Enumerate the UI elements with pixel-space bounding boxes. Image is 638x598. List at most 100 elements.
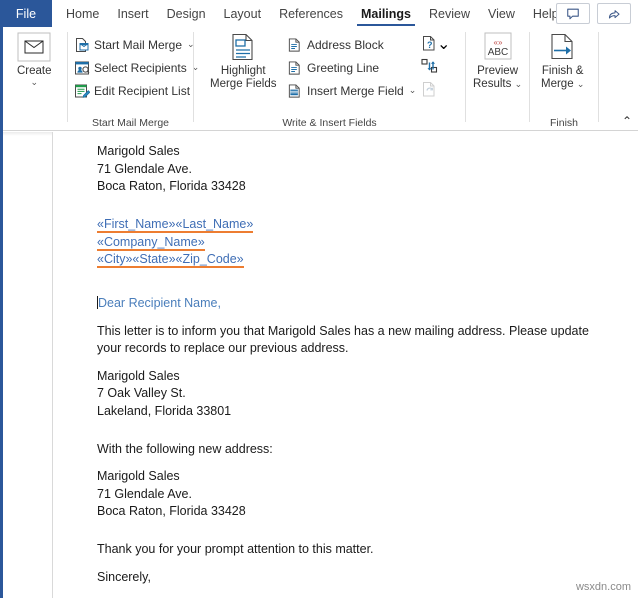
- tab-label: Layout: [223, 6, 262, 21]
- greeting-line-text: Dear Recipient Name,: [97, 295, 602, 313]
- comments-button[interactable]: [556, 3, 590, 24]
- old-address-line: Lakeland, Florida 33801: [97, 403, 232, 418]
- tab-file[interactable]: File: [0, 0, 52, 27]
- finish-and-merge-label-line1: Finish &: [541, 65, 584, 77]
- ribbon-tab-bar: File Home Insert Design Layout References Mai…: [0, 0, 638, 27]
- new-address-line: Boca Raton, Florida 33428: [97, 504, 246, 518]
- edit-recipient-list-label: Edit Recipient List: [94, 83, 191, 98]
- tab-label: Home: [66, 6, 100, 21]
- sender-line: Boca Raton, Florida 33428: [97, 179, 246, 193]
- create-caret-icon[interactable]: ⌄: [30, 78, 38, 87]
- share-icon: [608, 9, 620, 19]
- ribbon: Create ⌄ Start Mail Merge ⌄ Select Recip…: [3, 27, 638, 131]
- select-recipients-button[interactable]: Select Recipients ⌄: [71, 57, 201, 78]
- sender-line: Marigold Sales: [97, 144, 180, 158]
- greeting-line-icon: [286, 59, 303, 76]
- greeting-text: Dear Recipient Name,: [98, 296, 221, 310]
- address-block-button[interactable]: Address Block: [284, 34, 386, 55]
- tab-review[interactable]: Review: [420, 0, 479, 27]
- svg-text:?: ?: [427, 40, 433, 50]
- group-label-write-insert-fields: Write & Insert Fields: [282, 117, 377, 129]
- preview-results-abc-icon: «» ABC: [481, 32, 515, 62]
- watermark: wsxdn.com: [575, 581, 631, 593]
- tab-insert[interactable]: Insert: [108, 0, 157, 27]
- tab-home[interactable]: Home: [57, 0, 108, 27]
- highlight-merge-fields-label-line1: Highlight: [220, 65, 266, 77]
- preview-results-button[interactable]: «» ABC Preview Results ⌄: [470, 30, 525, 93]
- highlight-merge-fields-button[interactable]: Highlight Merge Fields: [207, 30, 279, 93]
- tab-layout[interactable]: Layout: [215, 0, 271, 27]
- merge-field-line: «Company_Name»: [97, 234, 602, 252]
- tab-mailings[interactable]: Mailings: [352, 0, 420, 27]
- tab-view[interactable]: View: [479, 0, 524, 27]
- insert-merge-field-button[interactable]: Insert Merge Field ⌄: [284, 80, 418, 101]
- edit-recipient-list-button[interactable]: Edit Recipient List: [71, 80, 192, 101]
- merge-field-address: «City»«State»«Zip_Code»: [97, 252, 244, 268]
- ribbon-group-write-insert-fields: Highlight Merge Fields Address Block Gre…: [194, 27, 465, 130]
- new-address-line: 71 Glendale Ave.: [97, 486, 192, 501]
- update-labels-icon: [423, 82, 435, 97]
- chevron-down-icon[interactable]: ⌄: [577, 80, 585, 89]
- ribbon-group-preview-results: «» ABC Preview Results ⌄: [466, 27, 529, 130]
- share-button[interactable]: [597, 3, 631, 24]
- tab-label: Insert: [117, 6, 149, 21]
- rules-icon: ?: [423, 36, 435, 51]
- merge-field-line: «City»«State»«Zip_Code»: [97, 251, 602, 269]
- merge-field-company: «Company_Name»: [97, 234, 205, 251]
- greeting-line-button[interactable]: Greeting Line: [284, 57, 381, 78]
- insert-merge-field-icon: [286, 82, 303, 99]
- group-label-finish: Finish: [549, 117, 578, 129]
- start-mail-merge-icon: [73, 36, 90, 53]
- tab-label: Design: [166, 6, 206, 21]
- closing-thanks: Thank you for your prompt attention to t…: [97, 542, 374, 556]
- svg-text:«»: «»: [493, 38, 502, 47]
- ribbon-tabs: Home Insert Design Layout References Mailings…: [57, 0, 568, 27]
- collapse-ribbon-button[interactable]: ⌃: [622, 115, 632, 127]
- chevron-down-icon[interactable]: ⌄: [515, 80, 523, 89]
- document-body[interactable]: Marigold Sales 71 Glendale Ave. Boca Rat…: [97, 143, 602, 598]
- highlight-merge-fields-label-line2: Merge Fields: [210, 78, 277, 90]
- preview-results-label-line2: Results: [473, 78, 512, 90]
- greeting-line-label: Greeting Line: [307, 60, 380, 75]
- finish-and-merge-icon: [548, 32, 578, 62]
- chevron-down-icon[interactable]: ⌄: [437, 34, 450, 54]
- document-area: Marigold Sales 71 Glendale Ave. Boca Rat…: [3, 132, 638, 598]
- sender-line: 71 Glendale Ave.: [97, 161, 192, 176]
- new-address-intro: With the following new address:: [97, 441, 273, 456]
- tab-references[interactable]: References: [270, 0, 352, 27]
- envelope-icon: [17, 32, 51, 62]
- ribbon-group-finish: Finish & Merge ⌄ Finish: [530, 27, 598, 130]
- document-page[interactable]: Marigold Sales 71 Glendale Ave. Boca Rat…: [53, 132, 638, 598]
- body-paragraph: This letter is to inform you that Marigo…: [97, 323, 589, 356]
- tab-label: Help: [532, 6, 559, 21]
- ribbon-group-start-mail-merge: Start Mail Merge ⌄ Select Recipients ⌄ E…: [68, 27, 199, 130]
- word-application-window: File Home Insert Design Layout References Mai…: [0, 0, 638, 598]
- finish-and-merge-label-line2: Merge: [541, 78, 574, 90]
- match-fields-icon: [421, 58, 438, 73]
- create-button[interactable]: Create ⌄: [14, 30, 55, 89]
- preview-results-label-line1: Preview: [477, 65, 518, 77]
- select-recipients-label: Select Recipients: [94, 60, 187, 75]
- finish-and-merge-button[interactable]: Finish & Merge ⌄: [538, 30, 587, 93]
- start-mail-merge-button[interactable]: Start Mail Merge ⌄: [71, 34, 197, 55]
- rules-button[interactable]: ? ⌄: [421, 33, 450, 54]
- old-address-line: Marigold Sales: [97, 368, 180, 383]
- address-block-label: Address Block: [307, 37, 384, 52]
- start-mail-merge-label: Start Mail Merge: [94, 37, 183, 52]
- update-labels-button[interactable]: [421, 79, 437, 100]
- tab-file-label: File: [15, 6, 37, 21]
- chevron-down-icon[interactable]: ⌄: [409, 85, 417, 96]
- match-fields-button[interactable]: [421, 56, 439, 77]
- merge-field-name: «First_Name»«Last_Name»: [97, 217, 254, 233]
- group-divider: [598, 32, 599, 122]
- svg-text:ABC: ABC: [487, 47, 508, 58]
- tab-design[interactable]: Design: [158, 0, 215, 27]
- highlight-merge-fields-icon: [228, 32, 258, 62]
- insert-merge-field-label: Insert Merge Field: [307, 83, 404, 98]
